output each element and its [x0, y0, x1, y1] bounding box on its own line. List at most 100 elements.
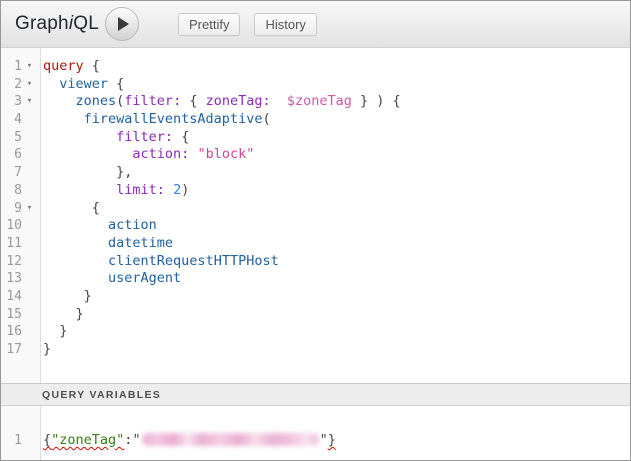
- code-line[interactable]: 10 action: [1, 217, 630, 235]
- gutter-cell: 11: [1, 235, 41, 253]
- indent: [43, 76, 59, 92]
- code-token: query: [43, 58, 84, 74]
- code-line[interactable]: 8 limit: 2): [1, 182, 630, 200]
- code-line[interactable]: 9▾ {: [1, 200, 630, 218]
- fold-arrow-icon[interactable]: ▾: [22, 200, 37, 218]
- code-token: {: [84, 58, 100, 74]
- code-line[interactable]: 3▾ zones(filter: { zoneTag: $zoneTag } )…: [1, 93, 630, 111]
- code-line[interactable]: 15 }: [1, 306, 630, 324]
- code-token: }: [76, 306, 84, 322]
- fold-spacer: [22, 217, 37, 235]
- line-number: 16: [1, 323, 22, 341]
- code-token: }: [43, 341, 51, 357]
- code-text: limit: 2): [41, 182, 189, 200]
- code-token: viewer: [59, 76, 108, 92]
- code-line[interactable]: 14 }: [1, 288, 630, 306]
- variables-editor[interactable]: 1{"zoneTag":""}: [1, 406, 630, 460]
- indent: [43, 288, 84, 304]
- code-token: zoneTag:: [206, 93, 271, 109]
- code-text: firewallEventsAdaptive(: [41, 111, 271, 129]
- indent: [43, 235, 108, 251]
- fold-spacer: [22, 253, 37, 271]
- indent: [43, 306, 76, 322]
- code-token: clientRequestHTTPHost: [108, 253, 279, 269]
- code-token: },: [116, 164, 132, 180]
- code-token: action: [108, 217, 157, 233]
- indent: [43, 164, 116, 180]
- gutter-cell: 9▾: [1, 200, 41, 218]
- fold-spacer: [22, 341, 37, 359]
- code-token: [271, 93, 287, 109]
- code-line[interactable]: 4 firewallEventsAdaptive(: [1, 111, 630, 129]
- gutter-cell: 10: [1, 217, 41, 235]
- code-line[interactable]: 16 }: [1, 323, 630, 341]
- code-text: {: [41, 200, 100, 218]
- fold-spacer: [22, 146, 37, 164]
- code-token: [165, 182, 173, 198]
- code-token: "block": [197, 146, 254, 162]
- history-button[interactable]: History: [254, 13, 316, 36]
- code-line[interactable]: 17}: [1, 341, 630, 359]
- code-token: datetime: [108, 235, 173, 251]
- fold-arrow-icon[interactable]: ▾: [22, 76, 37, 94]
- indent: [43, 182, 116, 198]
- fold-spacer: [22, 164, 37, 182]
- code-token: }: [59, 323, 67, 339]
- code-line[interactable]: 6 action: "block": [1, 146, 630, 164]
- code-line[interactable]: 12 clientRequestHTTPHost: [1, 253, 630, 271]
- code-text: }: [41, 306, 84, 324]
- gutter-cell: 7: [1, 164, 41, 182]
- logo-graph: Graph: [15, 13, 69, 34]
- query-editor[interactable]: 1▾query {2▾ viewer {3▾ zones(filter: { z…: [1, 48, 630, 383]
- line-number: 5: [1, 129, 22, 147]
- code-text: {"zoneTag":""}: [41, 432, 336, 450]
- fold-arrow-icon[interactable]: ▾: [22, 93, 37, 111]
- code-token: ": [320, 432, 328, 448]
- line-number: 14: [1, 288, 22, 306]
- fold-arrow-icon[interactable]: ▾: [22, 58, 37, 76]
- indent: [43, 323, 59, 339]
- code-line[interactable]: 5 filter: {: [1, 129, 630, 147]
- code-text: }: [41, 323, 67, 341]
- logo-ql: QL: [73, 13, 99, 34]
- code-text: },: [41, 164, 132, 182]
- code-line[interactable]: 13 userAgent: [1, 270, 630, 288]
- code-line[interactable]: 11 datetime: [1, 235, 630, 253]
- gutter-cell: 2▾: [1, 76, 41, 94]
- gutter-cell: 15: [1, 306, 41, 324]
- indent: [43, 200, 92, 216]
- fold-spacer: [22, 288, 37, 306]
- code-token: ): [181, 182, 189, 198]
- code-text: action: "block": [41, 146, 254, 164]
- execute-button[interactable]: [105, 7, 139, 41]
- line-number: 7: [1, 164, 22, 182]
- code-token: (: [262, 111, 270, 127]
- code-token: }: [328, 432, 336, 448]
- code-line[interactable]: 7 },: [1, 164, 630, 182]
- code-line[interactable]: 1▾ query {: [1, 58, 630, 76]
- code-text: userAgent: [41, 270, 181, 288]
- gutter-cell: 8: [1, 182, 41, 200]
- code-token: firewallEventsAdaptive: [84, 111, 263, 127]
- code-text: zones(filter: { zoneTag: $zoneTag } ) {: [41, 93, 401, 111]
- line-number: 2: [1, 76, 22, 94]
- gutter-cell: 6: [1, 146, 41, 164]
- fold-spacer: [22, 270, 37, 288]
- code-token: zones: [76, 93, 117, 109]
- indent: [43, 253, 108, 269]
- code-line[interactable]: 1{"zoneTag":""}: [1, 432, 630, 450]
- query-variables-title: QUERY VARIABLES: [42, 389, 161, 401]
- gutter-cell: 4: [1, 111, 41, 129]
- line-number: 1: [1, 58, 22, 76]
- code-token: {: [181, 93, 205, 109]
- query-variables-header[interactable]: QUERY VARIABLES: [1, 383, 630, 406]
- code-text: clientRequestHTTPHost: [41, 253, 279, 271]
- line-number: 3: [1, 93, 22, 111]
- indent: [43, 270, 108, 286]
- code-text: filter: {: [41, 129, 189, 147]
- prettify-button[interactable]: Prettify: [178, 13, 240, 36]
- code-line[interactable]: 2▾ viewer {: [1, 76, 630, 94]
- code-token: {: [108, 76, 124, 92]
- toolbar: GraphiQL Prettify History: [1, 1, 630, 48]
- line-number: 13: [1, 270, 22, 288]
